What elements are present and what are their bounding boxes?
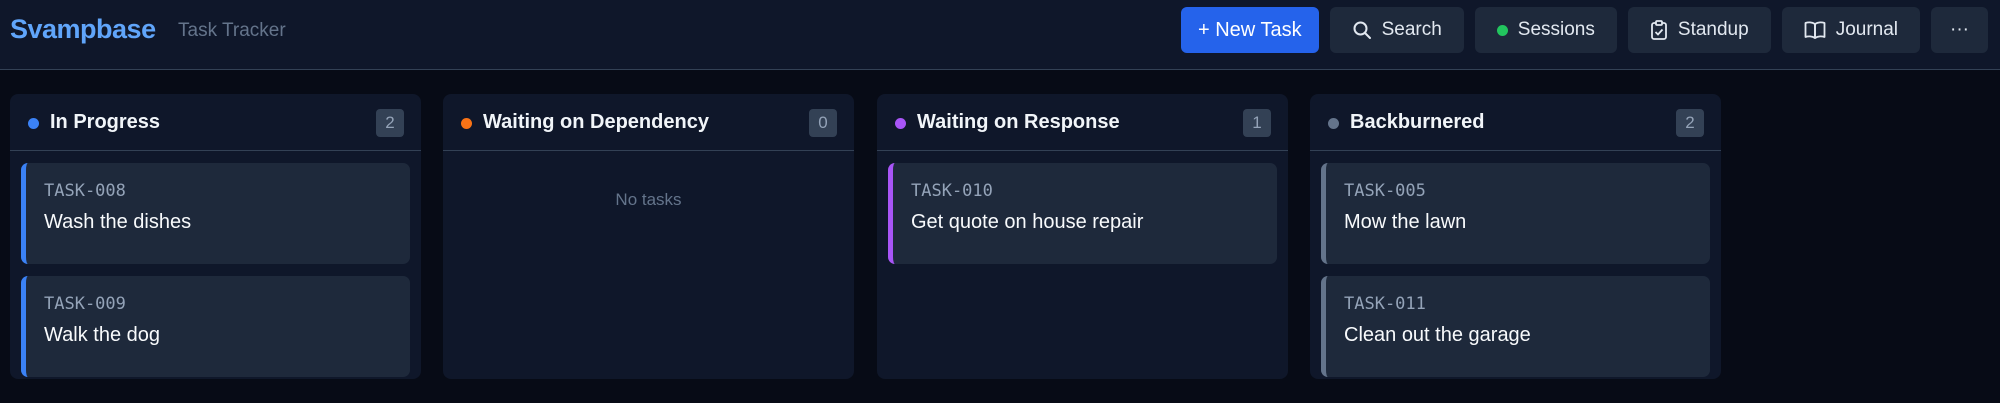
header-actions: + New Task Search Sessions Standup Journ… — [1181, 7, 1988, 53]
count-badge: 1 — [1243, 109, 1271, 137]
more-menu-button[interactable]: ··· — [1931, 7, 1988, 53]
count-badge: 2 — [1676, 109, 1704, 137]
more-icon: ··· — [1950, 19, 1969, 40]
status-dot-icon — [461, 118, 472, 129]
new-task-button[interactable]: + New Task — [1181, 7, 1319, 53]
count-badge: 2 — [376, 109, 404, 137]
column-title: Waiting on Dependency — [483, 111, 709, 133]
count-badge: 0 — [809, 109, 837, 137]
column-backburnered: Backburnered 2 TASK-005 Mow the lawn TAS… — [1310, 94, 1721, 379]
task-id: TASK-005 — [1344, 181, 1426, 201]
task-card[interactable]: TASK-008 Wash the dishes — [21, 163, 410, 264]
new-task-label: + New Task — [1198, 18, 1302, 41]
task-id: TASK-008 — [44, 181, 126, 201]
column-header: Waiting on Response 1 — [877, 94, 1288, 151]
task-id: TASK-011 — [1344, 294, 1426, 314]
column-waiting-on-response: Waiting on Response 1 TASK-010 Get quote… — [877, 94, 1288, 379]
clipboard-icon — [1650, 20, 1668, 40]
search-label: Search — [1381, 19, 1442, 40]
task-card[interactable]: TASK-010 Get quote on house repair — [888, 163, 1277, 264]
column-title: Backburnered — [1350, 111, 1485, 133]
status-dot-icon — [895, 118, 906, 129]
search-button[interactable]: Search — [1329, 7, 1464, 53]
column-in-progress: In Progress 2 TASK-008 Wash the dishes T… — [10, 94, 421, 379]
standup-button[interactable]: Standup — [1627, 7, 1771, 53]
standup-label: Standup — [1677, 19, 1749, 40]
sessions-button[interactable]: Sessions — [1474, 7, 1617, 53]
column-waiting-on-dependency: Waiting on Dependency 0 No tasks — [443, 94, 854, 379]
app-subtitle: Task Tracker — [178, 20, 286, 41]
column-header: In Progress 2 — [10, 94, 421, 151]
task-card[interactable]: TASK-005 Mow the lawn — [1321, 163, 1710, 264]
column-title: Waiting on Response — [917, 111, 1120, 133]
task-title: Get quote on house repair — [911, 211, 1144, 233]
sessions-label: Sessions — [1517, 19, 1595, 40]
status-dot-icon — [1496, 24, 1508, 36]
column-title: In Progress — [50, 111, 161, 133]
task-title: Mow the lawn — [1344, 211, 1467, 233]
task-card[interactable]: TASK-009 Walk the dog — [21, 276, 410, 377]
top-bar: Svampbase Task Tracker + New Task Search… — [0, 0, 2000, 70]
journal-label: Journal — [1835, 19, 1899, 40]
status-dot-icon — [28, 118, 39, 129]
status-dot-icon — [1328, 118, 1339, 129]
empty-state: No tasks — [615, 190, 682, 209]
task-title: Clean out the garage — [1344, 324, 1531, 346]
task-card[interactable]: TASK-011 Clean out the garage — [1321, 276, 1710, 377]
task-title: Wash the dishes — [44, 211, 192, 233]
search-icon — [1352, 20, 1372, 40]
book-icon — [1804, 21, 1826, 39]
app-logo[interactable]: Svampbase — [10, 14, 156, 45]
task-id: TASK-010 — [911, 181, 993, 201]
task-title: Walk the dog — [44, 324, 160, 346]
column-header: Backburnered 2 — [1310, 94, 1721, 151]
column-header: Waiting on Dependency 0 — [443, 94, 854, 151]
journal-button[interactable]: Journal — [1781, 7, 1921, 53]
task-id: TASK-009 — [44, 294, 126, 314]
